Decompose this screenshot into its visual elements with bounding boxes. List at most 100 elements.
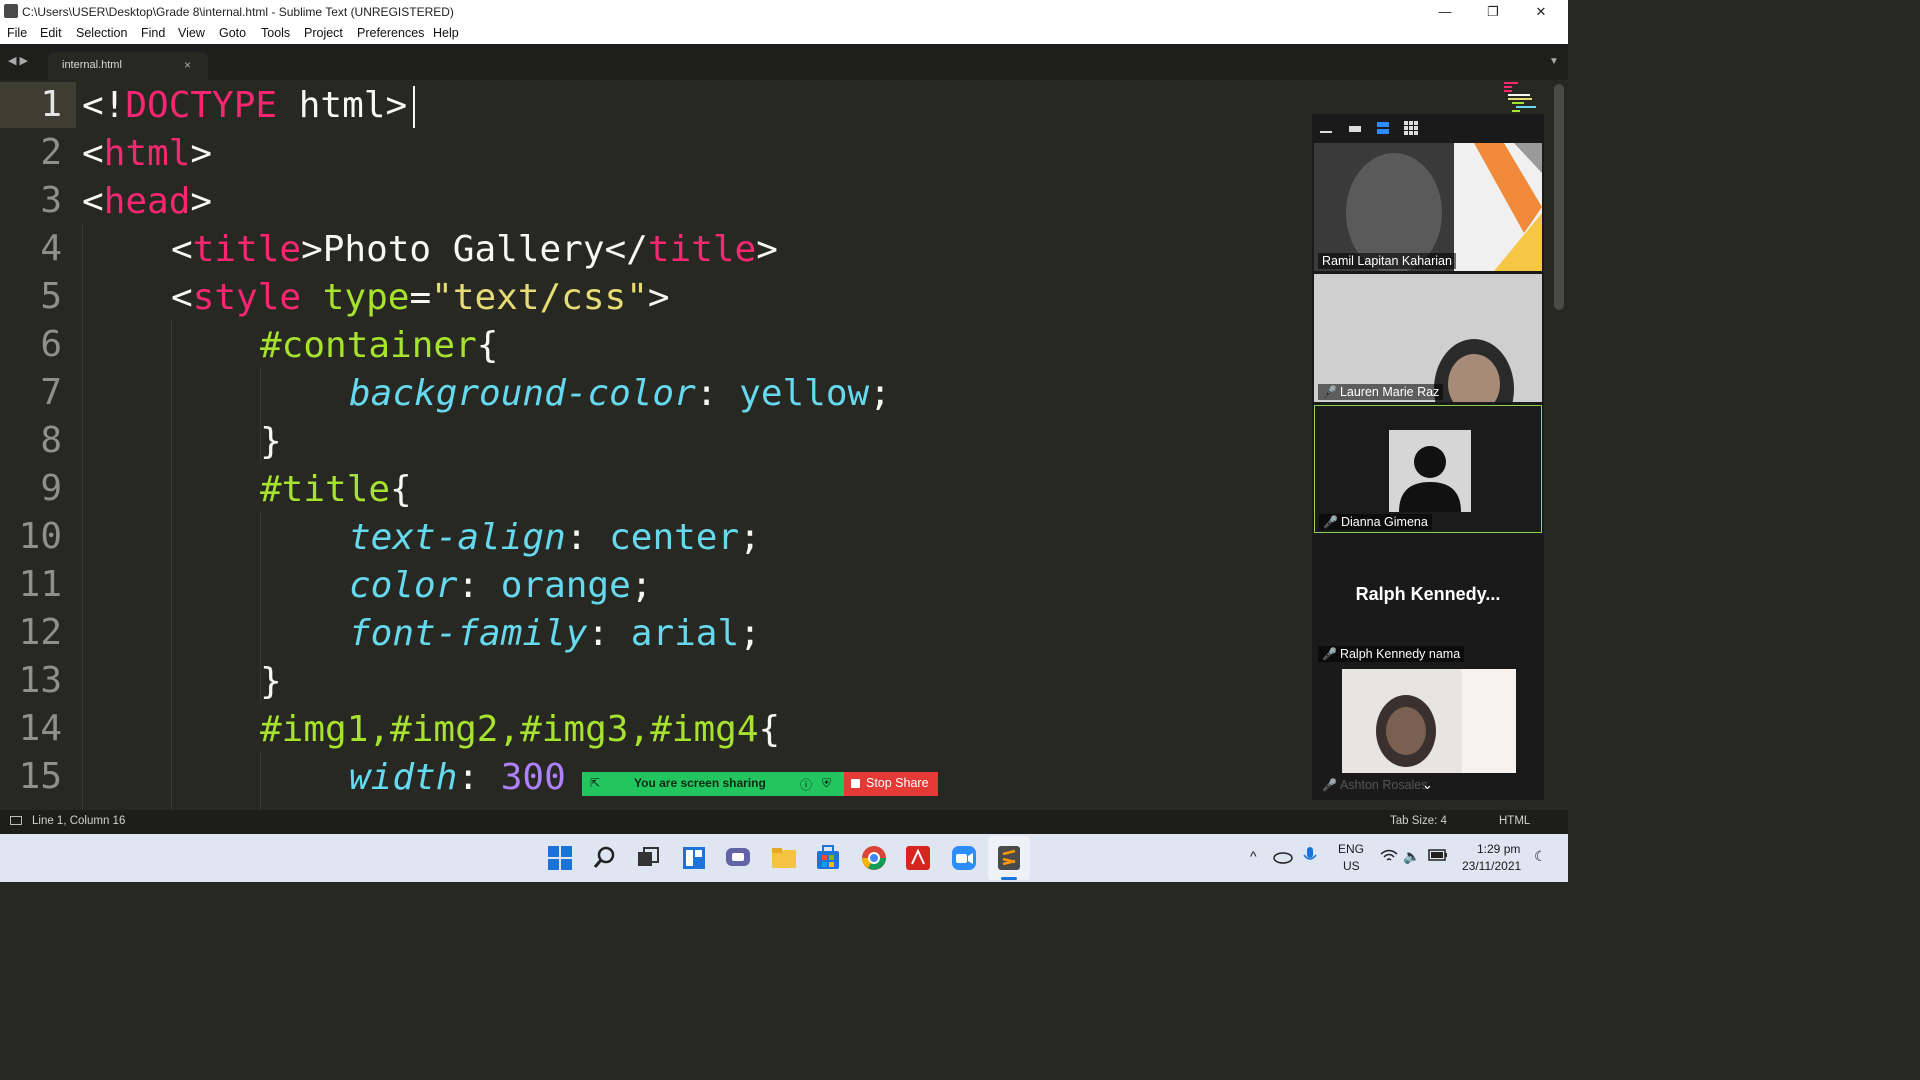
minimize-button[interactable]: — [1422, 0, 1468, 24]
participant-tile[interactable]: Ralph Kennedy... 🎤 Ralph Kennedy nama [1314, 536, 1542, 664]
participant-name: 🎤 Ralph Kennedy nama [1318, 646, 1465, 662]
syntax-indicator[interactable]: HTML [1499, 815, 1530, 827]
code-line-4: <title>Photo Gallery</title> [171, 229, 778, 270]
participant-name: 🎤 Ashton Rosales [1322, 778, 1428, 792]
participant-tile-active-speaker[interactable]: 🎤 Dianna Gimena [1314, 405, 1542, 533]
stop-icon [851, 779, 860, 788]
tab-label: internal.html [62, 59, 122, 71]
panel-toggle-icon[interactable] [10, 816, 22, 825]
line-number: 10 [18, 516, 62, 557]
stop-share-button[interactable]: Stop Share [844, 772, 938, 796]
file-explorer-icon[interactable] [768, 842, 800, 874]
code-line-5: <style type="text/css"> [171, 277, 670, 318]
region-indicator[interactable]: US [1343, 859, 1360, 873]
vertical-scrollbar[interactable] [1554, 84, 1564, 310]
security-shield-icon[interactable]: ⛨ [822, 776, 831, 791]
tab-dropdown-icon[interactable]: ▼ [1549, 56, 1559, 67]
menu-project[interactable]: Project [304, 26, 343, 40]
window-title-bar: C:\Users\USER\Desktop\Grade 8\internal.h… [0, 0, 1568, 24]
participant-video [1342, 669, 1516, 773]
text-caret [413, 86, 415, 128]
muted-mic-icon: 🎤 [1322, 778, 1337, 792]
cursor-position: Line 1, Column 16 [32, 815, 126, 827]
show-hidden-icons[interactable]: ^ [1250, 848, 1257, 864]
participant-display-name: Ralph Kennedy... [1355, 584, 1501, 604]
tab-close-icon[interactable]: × [184, 58, 191, 72]
indent-guide [171, 320, 172, 810]
menu-edit[interactable]: Edit [40, 26, 62, 40]
menu-view[interactable]: View [178, 26, 205, 40]
status-bar: Line 1, Column 16 Tab Size: 4 HTML [0, 810, 1568, 834]
tab-size-indicator[interactable]: Tab Size: 4 [1390, 815, 1447, 827]
battery-icon[interactable] [1428, 849, 1448, 861]
notifications-icon[interactable]: ☾ [1534, 848, 1547, 865]
participant-video [1314, 143, 1542, 271]
volume-icon[interactable]: 🔈 [1403, 848, 1420, 865]
minimize-video-icon[interactable] [1318, 120, 1336, 136]
wifi-icon[interactable] [1380, 848, 1398, 864]
speaker-view-icon[interactable] [1374, 120, 1392, 136]
participant-tile[interactable]: 🎤 Lauren Marie Raz [1314, 274, 1542, 402]
line-number-gutter: 1 2 3 4 5 6 7 8 9 10 11 12 13 14 15 [0, 80, 76, 810]
microsoft-store-icon[interactable] [812, 842, 844, 874]
sublime-app-icon [4, 4, 18, 18]
menu-file[interactable]: File [7, 26, 27, 40]
tab-bar: ◀ ▶ internal.html × ▼ [0, 44, 1568, 80]
code-line-2: <html> [82, 133, 213, 174]
code-line-10: text-align: center; [349, 517, 761, 558]
code-line-8: } [260, 421, 282, 462]
line-number: 6 [40, 324, 62, 365]
share-grip-icon[interactable]: ⇱ [590, 776, 600, 790]
menu-goto[interactable]: Goto [219, 26, 246, 40]
tab-nav-arrows-icon[interactable]: ◀ ▶ [8, 54, 28, 67]
chrome-icon[interactable] [858, 842, 890, 874]
active-app-indicator [1001, 877, 1017, 880]
onedrive-icon[interactable] [1272, 848, 1294, 864]
clock-time[interactable]: 1:29 pm [1477, 842, 1520, 856]
chevron-down-icon[interactable]: ⌄ [1422, 777, 1433, 793]
zoom-participant-panel: Ramil Lapitan Kaharian 🎤 Lauren Marie Raz… [1312, 114, 1544, 800]
code-line-14: #img1,#img2,#img3,#img4{ [260, 709, 781, 750]
indent-guide [260, 752, 261, 810]
share-info-icon[interactable]: ⓘ [800, 776, 812, 793]
tab-internal-html[interactable]: internal.html × [48, 52, 208, 80]
hide-video-icon[interactable] [1346, 120, 1364, 136]
acrobat-reader-icon[interactable] [902, 842, 934, 874]
screen-sharing-bar[interactable]: ⇱ You are screen sharing ⓘ ⛨ [582, 772, 844, 796]
windows-start-icon[interactable] [544, 842, 576, 874]
stop-share-label: Stop Share [866, 776, 929, 790]
task-view-icon[interactable] [632, 842, 664, 874]
menu-find[interactable]: Find [141, 26, 165, 40]
language-indicator[interactable]: ENG [1338, 842, 1364, 856]
clock-date[interactable]: 23/11/2021 [1462, 859, 1521, 873]
zoom-icon[interactable] [948, 842, 980, 874]
sublime-text-icon[interactable] [993, 842, 1025, 874]
code-line-1: <!DOCTYPE html> [82, 85, 408, 126]
code-line-9: #title{ [260, 469, 412, 510]
menu-bar: File Edit Selection Find View Goto Tools… [0, 24, 1568, 44]
close-button[interactable]: ✕ [1518, 0, 1564, 24]
menu-preferences[interactable]: Preferences [357, 26, 424, 40]
screen-sharing-status: You are screen sharing [634, 776, 766, 790]
widgets-icon[interactable] [678, 842, 710, 874]
line-number: 15 [18, 756, 62, 797]
gallery-view-icon[interactable] [1402, 120, 1420, 136]
restore-button[interactable]: ❐ [1470, 0, 1516, 24]
microphone-icon[interactable] [1302, 846, 1318, 866]
participant-tile[interactable]: Ramil Lapitan Kaharian [1314, 143, 1542, 271]
search-icon[interactable] [588, 842, 620, 874]
menu-selection[interactable]: Selection [76, 26, 127, 40]
code-line-13: } [260, 661, 282, 702]
participant-tile[interactable]: 🎤 Ashton Rosales ⌄ [1314, 667, 1542, 795]
line-number: 7 [40, 372, 62, 413]
line-number: 11 [18, 564, 62, 605]
menu-tools[interactable]: Tools [261, 26, 290, 40]
participant-name: 🎤 Lauren Marie Raz [1318, 384, 1444, 400]
muted-mic-icon: 🎤 [1322, 385, 1337, 399]
code-line-12: font-family: arial; [349, 613, 761, 654]
menu-help[interactable]: Help [433, 26, 459, 40]
line-number: 14 [18, 708, 62, 749]
teams-chat-icon[interactable] [722, 842, 754, 874]
code-line-7: background-color: yellow; [349, 373, 891, 414]
line-number: 8 [40, 420, 62, 461]
